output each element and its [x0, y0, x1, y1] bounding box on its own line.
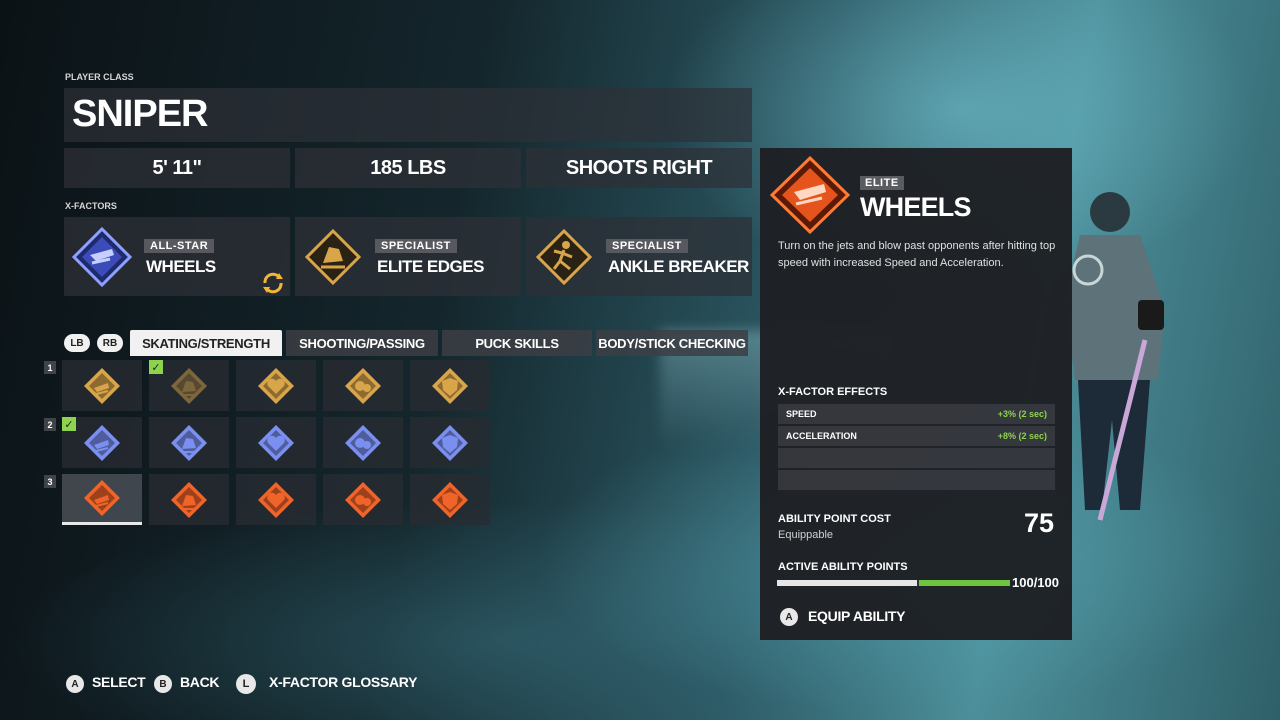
elite-edges-icon: [171, 481, 207, 518]
effect-row: [778, 448, 1055, 468]
left-stick-icon[interactable]: L: [234, 672, 258, 696]
shield-icon: [432, 481, 468, 518]
detail-tier-badge: ELITE: [860, 176, 904, 190]
xfactor-name: ANKLE BREAKER: [608, 257, 749, 276]
xfactor-slot-3[interactable]: SPECIALIST ANKLE BREAKER: [526, 217, 752, 296]
ability-cell[interactable]: [62, 474, 142, 525]
wheels-icon: [84, 367, 120, 404]
a-button-icon[interactable]: A: [780, 608, 798, 626]
lb-bumper-button[interactable]: LB: [64, 334, 90, 352]
xfactor-effects-title: X-FACTOR EFFECTS: [778, 386, 888, 398]
xfactor-slot-1[interactable]: ALL-STAR WHEELS: [64, 217, 290, 296]
effect-value: +8% (2 sec): [997, 431, 1047, 441]
weight-stat: 185 LBS: [295, 148, 521, 188]
effect-row: SPEED +3% (2 sec): [778, 404, 1055, 424]
shoots-stat: SHOOTS RIGHT: [526, 148, 752, 188]
detail-description: Turn on the jets and blow past opponents…: [778, 240, 1056, 269]
shield-icon: [432, 424, 468, 461]
detail-ability-name: WHEELS: [860, 192, 972, 222]
xfactor-tier: SPECIALIST: [375, 239, 457, 253]
tab-skating-strength[interactable]: SKATING/STRENGTH: [130, 330, 282, 356]
equipped-check-icon: ✓: [149, 360, 163, 374]
player-class-label: PLAYER CLASS: [65, 72, 134, 82]
b-button-icon[interactable]: B: [154, 675, 172, 693]
ability-cell[interactable]: [323, 417, 403, 468]
rb-bumper-button[interactable]: RB: [97, 334, 123, 352]
effect-name: SPEED: [786, 409, 817, 419]
ability-cell[interactable]: [149, 417, 229, 468]
ability-cell[interactable]: [323, 474, 403, 525]
wheels-icon: [71, 226, 133, 288]
xfactors-label: X-FACTORS: [65, 201, 117, 211]
equip-ability-button[interactable]: EQUIP ABILITY: [808, 608, 906, 624]
effect-row: [778, 470, 1055, 490]
active-points-added-fill: [917, 580, 1010, 586]
xfactor-slot-2[interactable]: SPECIALIST ELITE EDGES: [295, 217, 521, 296]
ability-cell[interactable]: [236, 417, 316, 468]
xfactor-tier: SPECIALIST: [606, 239, 688, 253]
tab-shooting-passing[interactable]: SHOOTING/PASSING: [286, 330, 438, 356]
tab-body-stick-checking[interactable]: BODY/STICK CHECKING: [596, 330, 748, 356]
row-number: 3: [44, 475, 56, 488]
ability-cell[interactable]: [236, 474, 316, 525]
equipped-check-icon: ✓: [62, 417, 76, 431]
effect-row: ACCELERATION +8% (2 sec): [778, 426, 1055, 446]
height-stat: 5' 11": [64, 148, 290, 188]
ability-cell[interactable]: [410, 360, 490, 411]
back-hint[interactable]: BACK: [180, 674, 220, 690]
xfactor-glossary-hint[interactable]: X-FACTOR GLOSSARY: [269, 674, 417, 690]
a-button-icon[interactable]: A: [66, 675, 84, 693]
row-number: 1: [44, 361, 56, 374]
shield-icon: [432, 367, 468, 404]
ability-cell[interactable]: [149, 474, 229, 525]
heart-icon: [258, 367, 294, 404]
xfactor-tier: ALL-STAR: [144, 239, 215, 253]
elite-edges-icon: [304, 228, 362, 286]
row-number: 2: [44, 418, 56, 431]
tape-to-tape-icon: [345, 367, 381, 404]
select-hint[interactable]: SELECT: [92, 674, 146, 690]
xfactor-name: ELITE EDGES: [377, 257, 484, 276]
tab-puck-skills[interactable]: PUCK SKILLS: [442, 330, 592, 356]
elite-edges-icon: [171, 424, 207, 461]
heart-icon: [258, 481, 294, 518]
ability-cell[interactable]: [62, 360, 142, 411]
tape-to-tape-icon: [345, 481, 381, 518]
ability-status: Equippable: [778, 529, 834, 541]
wheels-icon: [84, 424, 120, 461]
active-points-label: ACTIVE ABILITY POINTS: [778, 561, 908, 573]
left-stick-label: L: [242, 678, 250, 690]
effect-value: +3% (2 sec): [997, 409, 1047, 419]
xfactor-name: WHEELS: [146, 257, 216, 276]
ability-cell[interactable]: [323, 360, 403, 411]
elite-edges-icon: [171, 367, 207, 404]
ability-cell[interactable]: [410, 474, 490, 525]
active-points-bar: [777, 580, 1010, 586]
wheels-icon: [84, 480, 120, 516]
wheels-elite-icon: [769, 156, 851, 234]
effect-name: ACCELERATION: [786, 431, 857, 441]
ankle-breaker-icon: [535, 228, 593, 286]
heart-icon: [258, 424, 294, 461]
swap-icon[interactable]: [259, 269, 287, 297]
tape-to-tape-icon: [345, 424, 381, 461]
ability-cell[interactable]: [410, 417, 490, 468]
ability-cell[interactable]: [236, 360, 316, 411]
active-points-value: 100/100: [1012, 575, 1059, 590]
ability-cost-label: ABILITY POINT COST: [778, 513, 891, 525]
player-class-name: SNIPER: [72, 93, 208, 135]
ability-cost-value: 75: [1024, 508, 1055, 538]
